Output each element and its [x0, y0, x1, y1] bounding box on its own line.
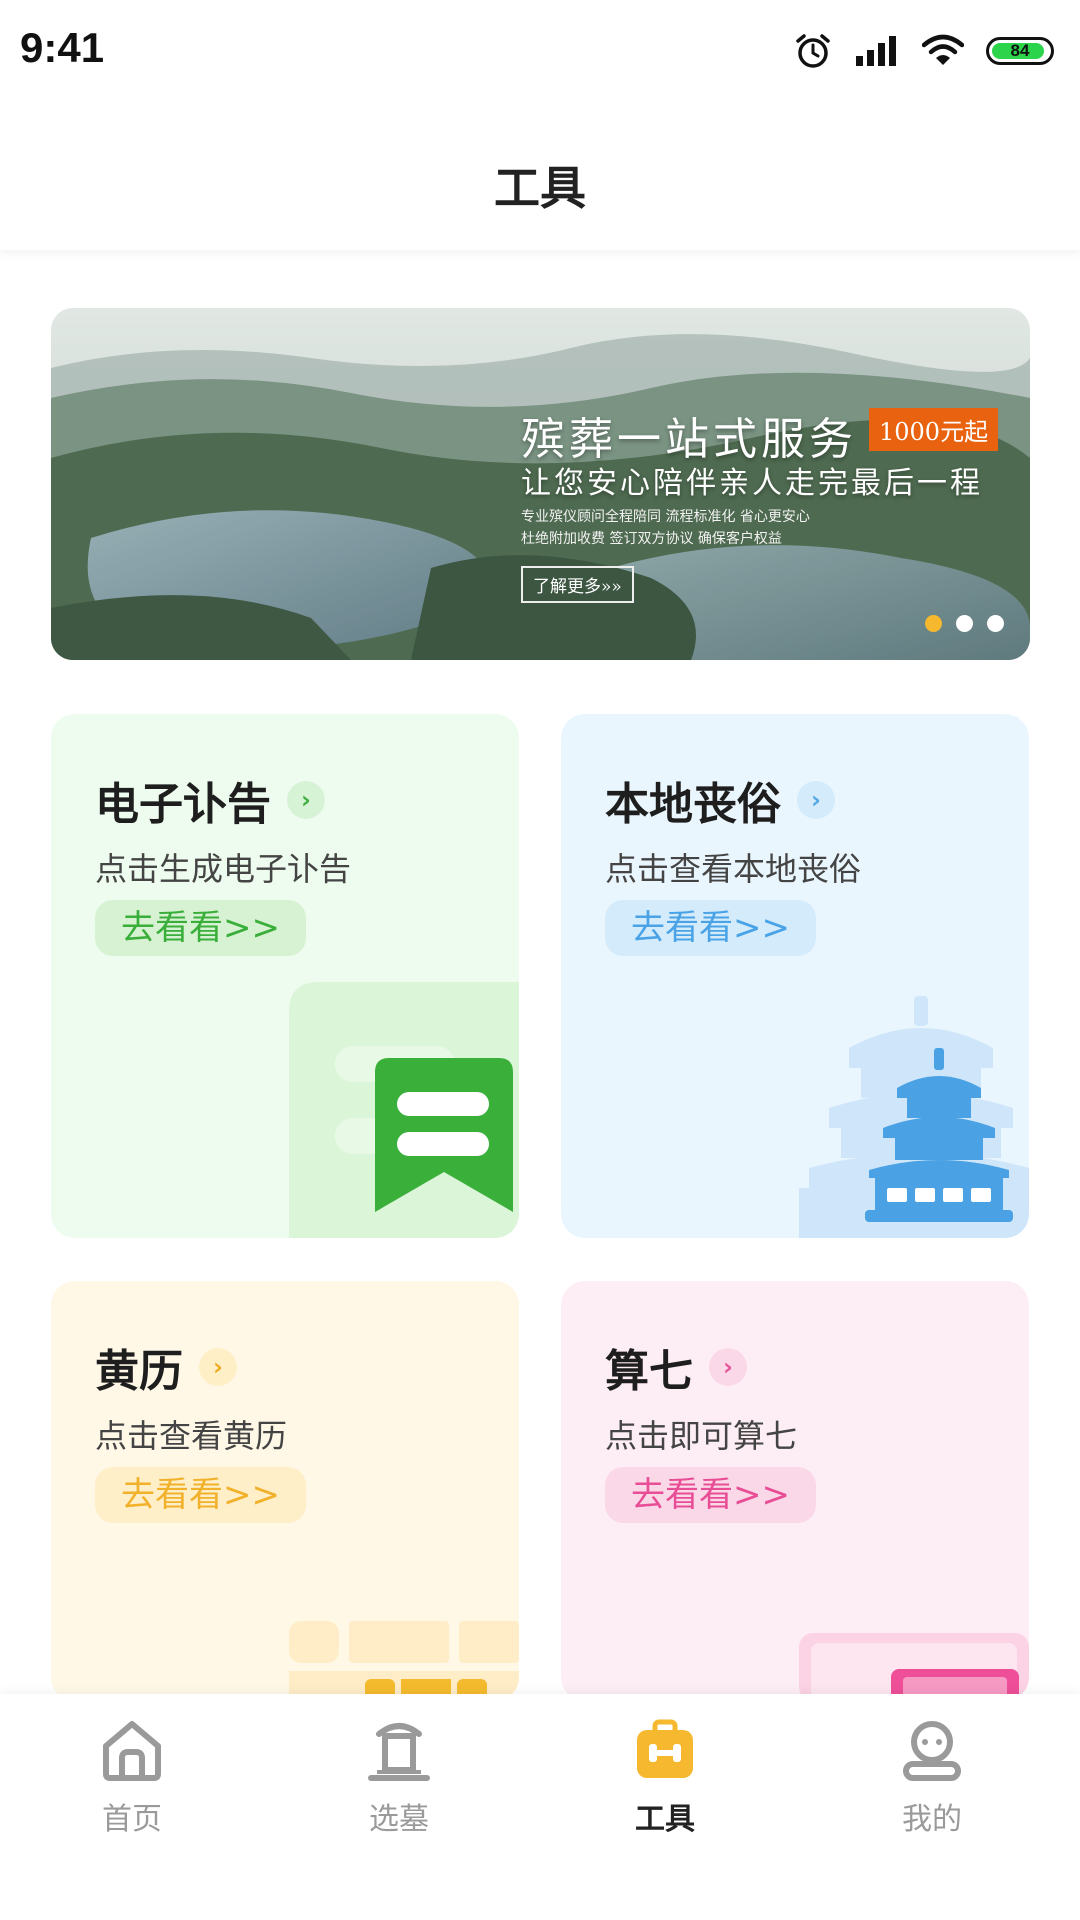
card-title: 算七	[605, 1346, 693, 1397]
card-description: 点击查看本地丧俗	[605, 850, 862, 888]
bottom-tab-bar: 首页 选墓 工具 我的	[0, 1694, 1080, 1920]
card-description: 点击即可算七	[605, 1417, 798, 1455]
card-title-row: 黄历 ›	[95, 1335, 237, 1399]
card-title: 电子讣告	[95, 779, 271, 830]
tab-label: 我的	[902, 1802, 962, 1837]
promo-banner[interactable]: 殡葬一站式服务 1000元起 让您安心陪伴亲人走完最后一程 专业殡仪顾问全程陪同…	[51, 308, 1030, 660]
banner-line-1: 专业殡仪顾问全程陪同 流程标准化 省心更安心	[521, 509, 810, 525]
alarm-icon	[796, 34, 830, 68]
card-go-button[interactable]: 去看看>>	[605, 900, 816, 956]
bookmark-icon	[289, 982, 519, 1238]
card-description: 点击查看黄历	[95, 1417, 288, 1455]
card-almanac[interactable]: 黄历 › 点击查看黄历 去看看>>	[51, 1281, 519, 1701]
card-title: 本地丧俗	[605, 779, 781, 830]
chevron-right-icon: ›	[199, 1348, 237, 1386]
card-e-obituary[interactable]: 电子讣告 › 点击生成电子讣告 去看看>>	[51, 714, 519, 1238]
tab-select-tomb[interactable]: 选墓	[299, 1716, 499, 1856]
card-title-row: 本地丧俗 ›	[605, 768, 835, 832]
status-bar: 9:41 84	[0, 0, 1080, 100]
signal-icon	[856, 36, 896, 66]
card-local-customs[interactable]: 本地丧俗 › 点击查看本地丧俗 去看看>>	[561, 714, 1029, 1238]
calculator-icon	[799, 1633, 1029, 1701]
calendar-icon	[289, 1621, 519, 1701]
card-suanqi[interactable]: 算七 › 点击即可算七 去看看>>	[561, 1281, 1029, 1701]
wifi-icon	[922, 34, 964, 65]
battery-level: 84	[1010, 41, 1030, 60]
chevron-right-icon: ›	[797, 781, 835, 819]
card-go-button[interactable]: 去看看>>	[95, 1467, 306, 1523]
card-title: 黄历	[95, 1346, 183, 1397]
carousel-indicator	[925, 615, 1004, 632]
chevron-right-icon: ›	[709, 1348, 747, 1386]
toolbox-icon	[637, 1719, 693, 1778]
chevron-right-icon: ›	[287, 781, 325, 819]
user-icon	[903, 1721, 961, 1781]
home-icon	[103, 1721, 161, 1781]
banner-price-tag: 1000元起	[869, 408, 999, 451]
card-description: 点击生成电子讣告	[95, 850, 352, 888]
tab-tools[interactable]: 工具	[565, 1716, 765, 1856]
carousel-dot	[956, 615, 973, 632]
card-go-button[interactable]: 去看看>>	[95, 900, 306, 956]
status-time: 9:41	[20, 24, 105, 71]
banner-subtitle: 让您安心陪伴亲人走完最后一程	[521, 466, 983, 501]
temple-icon	[799, 996, 1029, 1238]
tab-mine[interactable]: 我的	[832, 1716, 1032, 1856]
carousel-dot-active	[925, 615, 942, 632]
page-title: 工具	[494, 161, 586, 215]
carousel-dot	[987, 615, 1004, 632]
banner-line-2: 杜绝附加收费 签订双方协议 确保客户权益	[521, 531, 782, 547]
tab-label: 首页	[102, 1802, 162, 1837]
card-go-button[interactable]: 去看看>>	[605, 1467, 816, 1523]
tab-label: 工具	[635, 1802, 695, 1837]
page-header: 工具	[0, 100, 1080, 250]
tomb-icon	[368, 1723, 430, 1781]
banner-more-button[interactable]: 了解更多»»	[521, 566, 634, 603]
card-title-row: 算七 ›	[605, 1335, 747, 1399]
tab-label: 选墓	[369, 1802, 429, 1837]
tab-home[interactable]: 首页	[32, 1716, 232, 1856]
status-icons: 84	[794, 28, 1054, 74]
card-title-row: 电子讣告 ›	[95, 768, 325, 832]
battery-icon: 84	[986, 37, 1054, 65]
